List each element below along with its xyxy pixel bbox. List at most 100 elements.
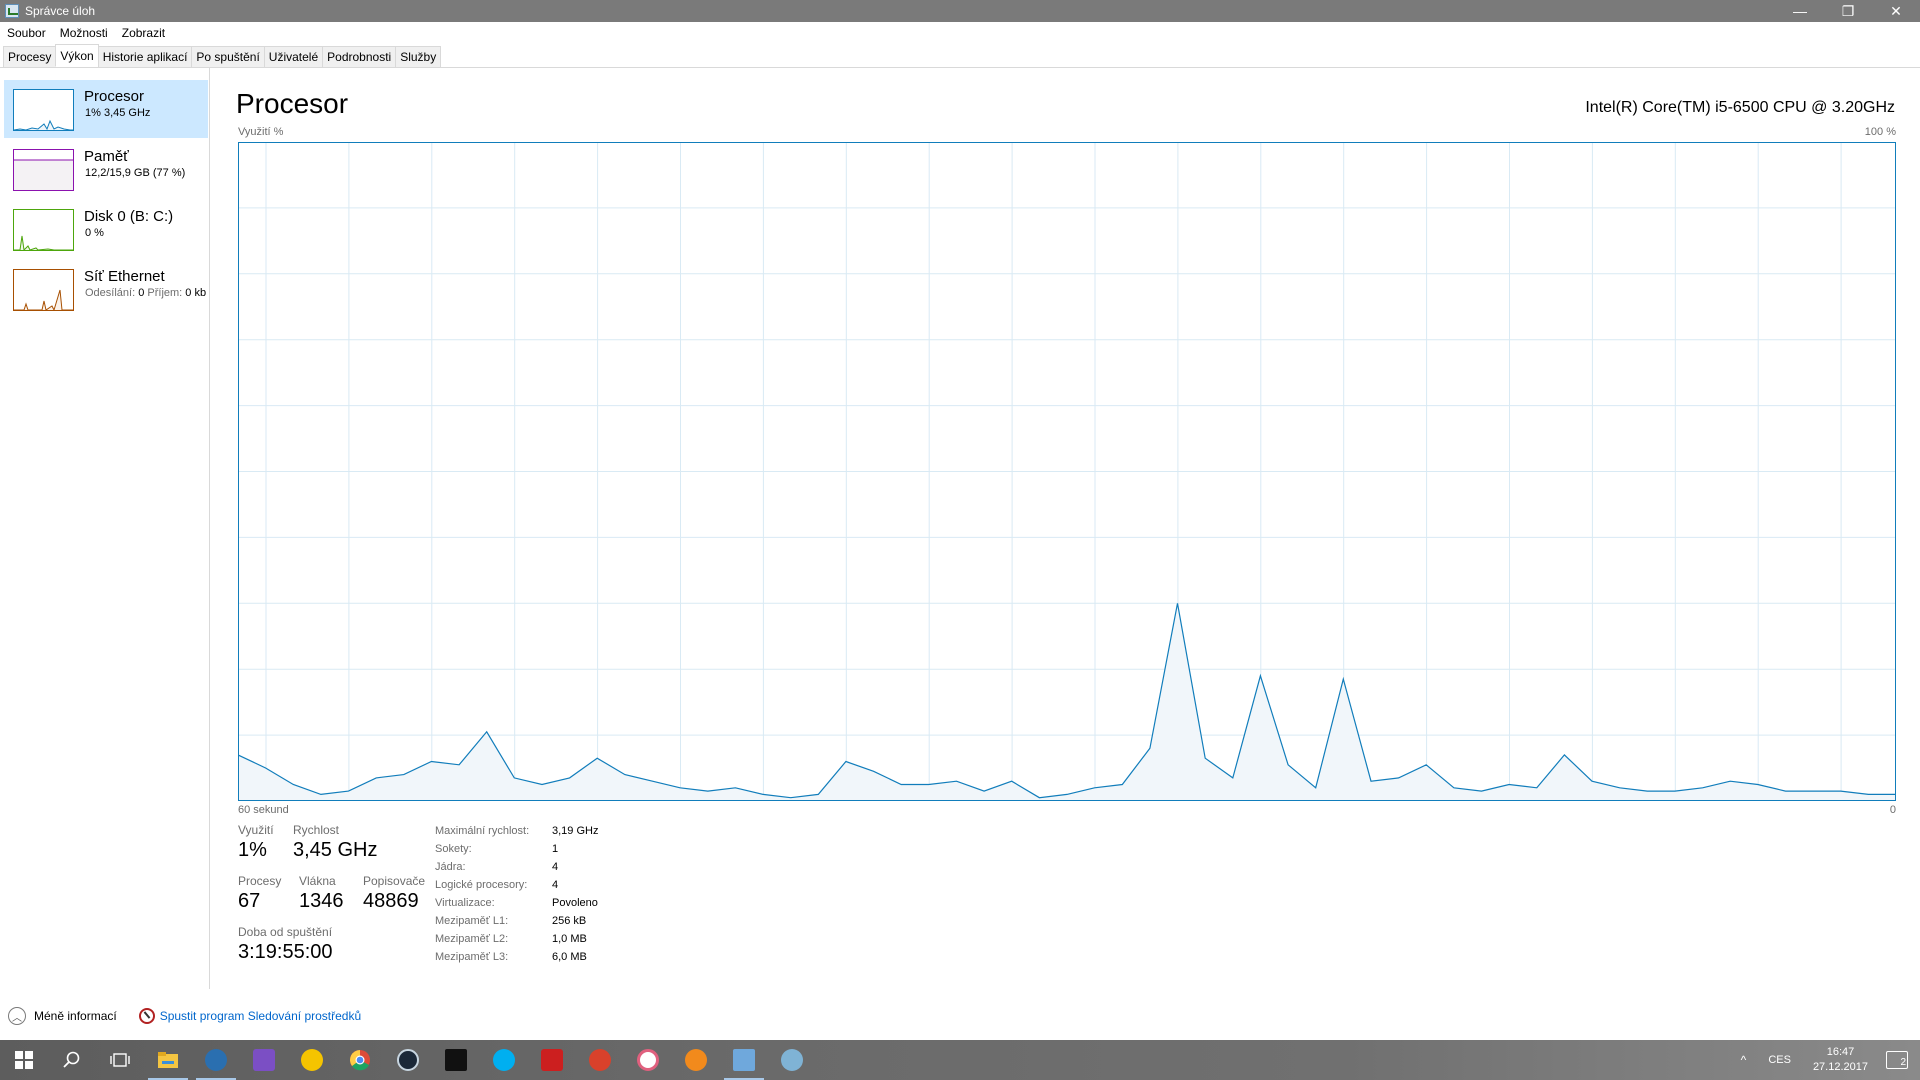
tab-app-history[interactable]: Historie aplikací: [97, 46, 193, 67]
taskbar-app-swirl[interactable]: [192, 1040, 240, 1080]
cpu-usage-area: [238, 603, 1896, 801]
start-button[interactable]: [0, 1040, 48, 1080]
processes-label: Procesy: [238, 874, 282, 888]
taskbar-app-task-manager[interactable]: [720, 1040, 768, 1080]
handles-label: Popisovače: [363, 874, 426, 888]
sidebar-item-disk[interactable]: Disk 0 (B: C:) 0 %: [4, 200, 208, 258]
app-red-icon: [589, 1049, 611, 1071]
taskbar: ^ CES 16:47 27.12.2017 2: [0, 1040, 1920, 1080]
threads-value: 1346: [299, 890, 344, 912]
property-value: 256 kB: [552, 915, 587, 927]
processes-value: 67: [238, 890, 261, 912]
tab-processes[interactable]: Procesy: [3, 46, 57, 67]
tab-bar: Procesy Výkon Historie aplikací Po spušt…: [0, 44, 1920, 68]
menu-view[interactable]: Zobrazit: [115, 26, 172, 40]
property-key: Mezipaměť L3:: [435, 951, 509, 963]
taskbar-app-fl-studio[interactable]: [672, 1040, 720, 1080]
fewer-details-button[interactable]: ︿ Méně informací: [8, 1007, 117, 1025]
taskbar-app-steam[interactable]: [384, 1040, 432, 1080]
handles-stat: Popisovače 48869: [363, 874, 425, 913]
property-row: Logické procesory: 4: [435, 879, 598, 897]
cpu-thumbnail-graph: [13, 89, 74, 131]
property-key: Sokety:: [435, 843, 472, 855]
tab-services[interactable]: Služby: [395, 46, 442, 67]
menu-file[interactable]: Soubor: [0, 26, 53, 40]
sidebar-item-cpu[interactable]: Procesor 1% 3,45 GHz: [4, 80, 208, 138]
task-manager-app-icon: [5, 4, 19, 18]
property-row: Jádra: 4: [435, 861, 598, 879]
input-language-indicator[interactable]: CES: [1768, 1054, 1791, 1066]
app-blue-swirl-icon: [205, 1049, 227, 1071]
skype-icon: [493, 1049, 515, 1071]
send-value: 0: [138, 287, 145, 299]
show-hidden-icons-button[interactable]: ^: [1741, 1053, 1747, 1067]
sidebar-item-sub: Odesílání: 0 Příjem: 0 kb: [85, 287, 206, 299]
tab-startup[interactable]: Po spuštění: [191, 46, 265, 67]
fl-studio-icon: [685, 1049, 707, 1071]
tab-users[interactable]: Uživatelé: [263, 46, 324, 67]
epic-games-icon: [445, 1049, 467, 1071]
property-value: 1,0 MB: [552, 933, 587, 945]
taskbar-app-paint[interactable]: [768, 1040, 816, 1080]
property-value: 4: [552, 861, 559, 873]
taskbar-app-cyberghost[interactable]: [288, 1040, 336, 1080]
uptime-label: Doba od spuštění: [238, 925, 333, 939]
cpu-model-name: Intel(R) Core(TM) i5-6500 CPU @ 3.20GHz: [1585, 99, 1895, 116]
property-row: Mezipaměť L3: 6,0 MB: [435, 951, 598, 969]
notification-center-icon[interactable]: 2: [1886, 1051, 1908, 1069]
taskbar-app-red[interactable]: [576, 1040, 624, 1080]
taskbar-app-flash[interactable]: [528, 1040, 576, 1080]
receive-label: Příjem:: [147, 287, 183, 299]
property-key: Jádra:: [435, 861, 466, 873]
uptime-value: 3:19:55:00: [238, 941, 333, 963]
speed-label: Rychlost: [293, 823, 340, 837]
cpu-usage-chart: [238, 142, 1896, 801]
windows-logo-icon: [15, 1051, 33, 1069]
minimize-button[interactable]: —: [1776, 0, 1824, 22]
taskbar-app-itunes[interactable]: [624, 1040, 672, 1080]
close-button[interactable]: ✕: [1872, 0, 1920, 22]
paint-icon: [781, 1049, 803, 1071]
property-key: Mezipaměť L2:: [435, 933, 509, 945]
processes-stat: Procesy 67: [238, 874, 281, 913]
itunes-icon: [637, 1049, 659, 1071]
sidebar-item-ethernet[interactable]: Síť Ethernet Odesílání: 0 Příjem: 0 kb: [4, 260, 208, 318]
search-button[interactable]: [48, 1040, 96, 1080]
resource-monitor-label: Spustit program Sledování prostředků: [159, 1009, 362, 1023]
restore-button[interactable]: ❐: [1824, 0, 1872, 22]
chrome-icon: [350, 1050, 370, 1071]
disk-thumbnail-graph: [13, 209, 74, 251]
sidebar-item-memory[interactable]: Paměť 12,2/15,9 GB (77 %): [4, 140, 208, 198]
menu-options[interactable]: Možnosti: [53, 26, 115, 40]
footer-bar: ︿ Méně informací Spustit program Sledová…: [0, 1000, 1920, 1032]
tab-details[interactable]: Podrobnosti: [322, 46, 397, 67]
taskbar-app-file-explorer[interactable]: [144, 1040, 192, 1080]
menu-bar: Soubor Možnosti Zobrazit: [0, 22, 1920, 44]
threads-stat: Vlákna 1346: [299, 874, 344, 913]
tab-performance[interactable]: Výkon: [55, 44, 99, 67]
clock[interactable]: 16:47 27.12.2017: [1813, 1045, 1868, 1075]
property-key: Virtualizace:: [435, 897, 495, 909]
usage-stat: Využití 1%: [238, 823, 274, 862]
property-row: Maximální rychlost: 3,19 GHz: [435, 825, 598, 843]
taskbar-app-chrome[interactable]: [336, 1040, 384, 1080]
taskbar-app-visual-studio[interactable]: [240, 1040, 288, 1080]
x-axis-left-label: 60 sekund: [238, 804, 289, 816]
sidebar-item-label: Paměť: [84, 148, 129, 165]
speed-stat: Rychlost 3,45 GHz: [293, 823, 377, 862]
task-view-button[interactable]: [96, 1040, 144, 1080]
chevron-up-icon: ︿: [8, 1007, 26, 1025]
performance-main: Procesor Intel(R) Core(TM) i5-6500 CPU @…: [210, 68, 1920, 989]
property-row: Sokety: 1: [435, 843, 598, 861]
usage-label: Využití: [238, 823, 274, 837]
property-value: 3,19 GHz: [552, 825, 599, 837]
clock-date: 27.12.2017: [1812, 1061, 1868, 1073]
resource-monitor-link[interactable]: Spustit program Sledování prostředků: [138, 1008, 362, 1024]
visual-studio-icon: [253, 1049, 275, 1071]
property-value: 6,0 MB: [552, 951, 587, 963]
property-row: Virtualizace: Povoleno: [435, 897, 598, 915]
taskbar-app-epic-games[interactable]: [432, 1040, 480, 1080]
file-explorer-icon: [158, 1052, 178, 1068]
property-value: 4: [552, 879, 559, 891]
taskbar-app-skype[interactable]: [480, 1040, 528, 1080]
